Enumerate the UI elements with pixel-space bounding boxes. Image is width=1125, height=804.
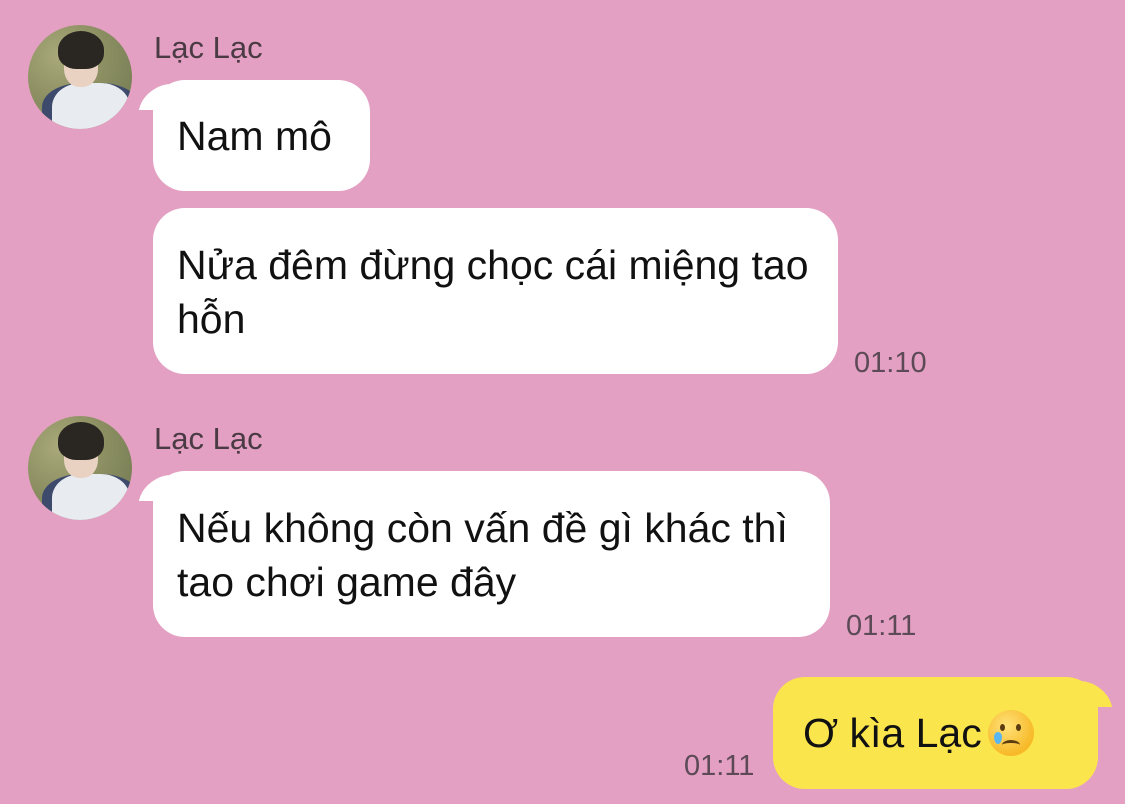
- message-text: Nếu không còn vấn đề gì khác thì tao chơ…: [177, 505, 788, 605]
- incoming-message-bubble[interactable]: Nếu không còn vấn đề gì khác thì tao chơ…: [153, 471, 830, 637]
- incoming-message-bubble[interactable]: Nửa đêm đừng chọc cái miệng tao hỗn: [153, 208, 838, 374]
- sender-name: Lạc Lạc: [154, 30, 263, 65]
- message-timestamp: 01:10: [854, 347, 927, 379]
- sender-avatar[interactable]: [28, 25, 132, 129]
- crying-face-icon: [987, 710, 1034, 756]
- message-text: Nam mô: [177, 112, 332, 159]
- avatar-figure-shirt: [42, 474, 132, 520]
- outgoing-message-bubble[interactable]: Ơ kìa Lạc: [773, 677, 1098, 789]
- avatar-figure-shirt: [42, 83, 132, 129]
- message-text: Ơ kìa Lạc: [803, 710, 982, 756]
- sender-name: Lạc Lạc: [154, 421, 263, 456]
- message-timestamp: 01:11: [846, 610, 917, 642]
- avatar-figure-hair: [58, 31, 104, 69]
- sender-avatar[interactable]: [28, 416, 132, 520]
- message-timestamp: 01:11: [684, 750, 755, 782]
- incoming-message-bubble[interactable]: Nam mô: [153, 80, 370, 191]
- message-text: Nửa đêm đừng chọc cái miệng tao hỗn: [177, 242, 809, 342]
- avatar-figure-hair: [58, 422, 104, 460]
